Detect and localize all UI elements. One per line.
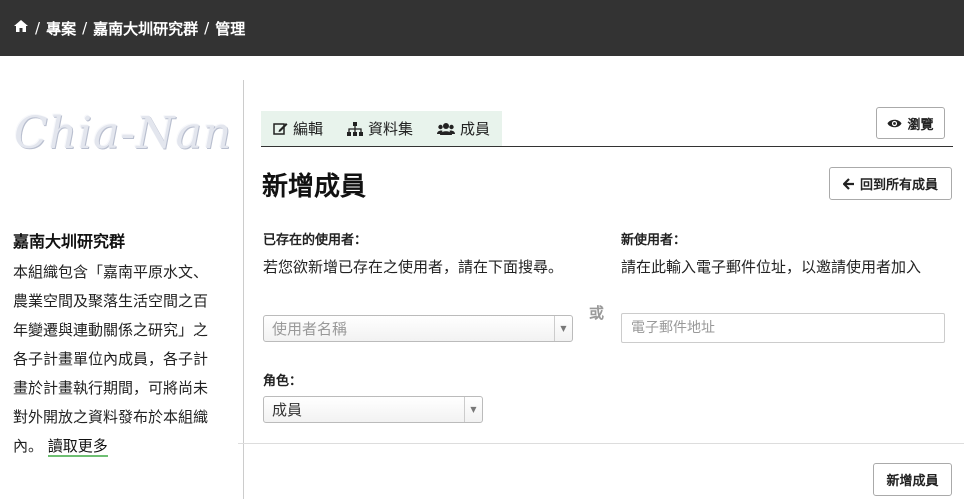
tab-edit[interactable]: 編輯 xyxy=(261,111,335,146)
breadcrumb-separator: / xyxy=(204,19,210,37)
view-button-label: 瀏覽 xyxy=(907,117,934,133)
role-label: 角色： xyxy=(263,374,303,389)
form-divider xyxy=(238,443,964,444)
organization-description: 本組織包含「嘉南平原水文、農業空間及聚落生活空間之百年變遷與連動關係之研究」之各… xyxy=(13,258,218,461)
new-user-help: 請在此輸入電子郵件位址，以邀請使用者加入 xyxy=(621,258,922,276)
role-select[interactable]: 成員 ▼ xyxy=(263,396,483,423)
tab-label: 資料集 xyxy=(368,120,414,138)
organization-logo: Chia-Nan xyxy=(14,108,233,159)
breadcrumb-organization[interactable]: 嘉南大圳研究群 xyxy=(93,18,198,39)
add-member-button[interactable]: 新增成員 xyxy=(873,463,952,496)
eye-icon xyxy=(887,119,902,127)
breadcrumb-separator: / xyxy=(82,19,88,37)
tab-bar: 編輯 資料集 成員 xyxy=(261,111,503,146)
back-to-members-button[interactable]: 回到所有成員 xyxy=(829,167,952,200)
email-field[interactable] xyxy=(621,313,945,343)
breadcrumb-manage[interactable]: 管理 xyxy=(215,18,245,39)
breadcrumb-projects[interactable]: 專案 xyxy=(46,18,76,39)
new-user-label: 新使用者： xyxy=(621,233,687,248)
tab-members[interactable]: 成員 xyxy=(425,111,502,146)
tab-label: 成員 xyxy=(460,120,491,138)
home-link[interactable] xyxy=(13,19,29,37)
breadcrumb: / 專案 / 嘉南大圳研究群 / 管理 xyxy=(0,0,964,56)
username-placeholder: 使用者名稱 xyxy=(272,320,348,338)
view-button[interactable]: 瀏覽 xyxy=(876,107,945,139)
username-select[interactable]: 使用者名稱 ▼ xyxy=(263,315,573,342)
dropdown-arrow-icon: ▼ xyxy=(554,316,572,341)
home-icon xyxy=(14,20,28,32)
tab-underline xyxy=(261,146,953,147)
organization-name: 嘉南大圳研究群 xyxy=(13,232,126,251)
arrow-left-icon xyxy=(842,177,854,190)
role-selected-value: 成員 xyxy=(272,401,303,419)
edit-icon xyxy=(273,122,288,135)
sitemap-icon xyxy=(347,121,364,136)
back-button-label: 回到所有成員 xyxy=(859,178,938,193)
sidebar-divider xyxy=(243,80,244,499)
existing-user-help: 若您欲新增已存在之使用者，請在下面搜尋。 xyxy=(263,258,564,276)
group-icon xyxy=(437,122,456,135)
add-member-button-label: 新增成員 xyxy=(886,474,939,489)
tab-datasets[interactable]: 資料集 xyxy=(335,111,425,146)
sidebar: Chia-Nan 嘉南大圳研究群 本組織包含「嘉南平原水文、農業空間及聚落生活空… xyxy=(0,56,243,499)
read-more-link[interactable]: 讀取更多 xyxy=(47,437,108,457)
page-title: 新增成員 xyxy=(262,172,367,202)
dropdown-arrow-icon: ▼ xyxy=(464,397,482,422)
or-separator: 或 xyxy=(589,304,605,322)
description-text: 本組織包含「嘉南平原水文、農業空間及聚落生活空間之百年變遷與連動關係之研究」之各… xyxy=(13,263,209,455)
tab-label: 編輯 xyxy=(293,120,324,138)
breadcrumb-separator: / xyxy=(35,19,41,37)
existing-user-label: 已存在的使用者： xyxy=(263,233,368,248)
